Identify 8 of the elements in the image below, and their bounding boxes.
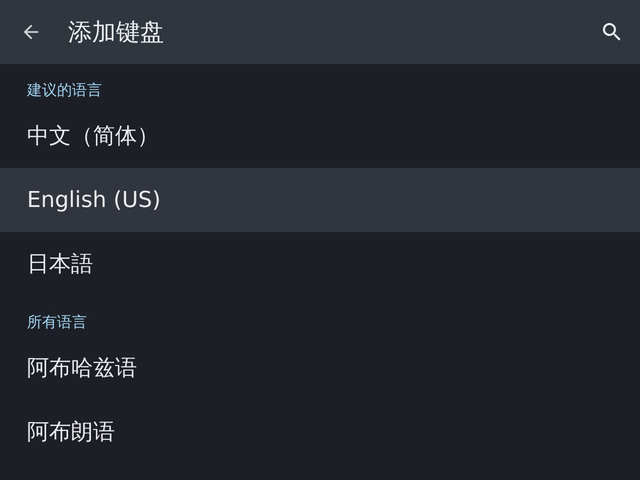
language-item[interactable]: 日本語: [0, 232, 640, 296]
language-item[interactable]: 阿布哈兹语: [0, 336, 640, 400]
section-header: 所有语言: [27, 313, 87, 332]
language-item[interactable]: 中文（简体）: [0, 104, 640, 168]
language-item[interactable]: 阿布朗语: [0, 400, 640, 464]
app-bar-title: 添加键盘: [68, 17, 165, 48]
section-header: 建议的语言: [27, 81, 102, 100]
language-item[interactable]: English (US): [0, 168, 640, 232]
